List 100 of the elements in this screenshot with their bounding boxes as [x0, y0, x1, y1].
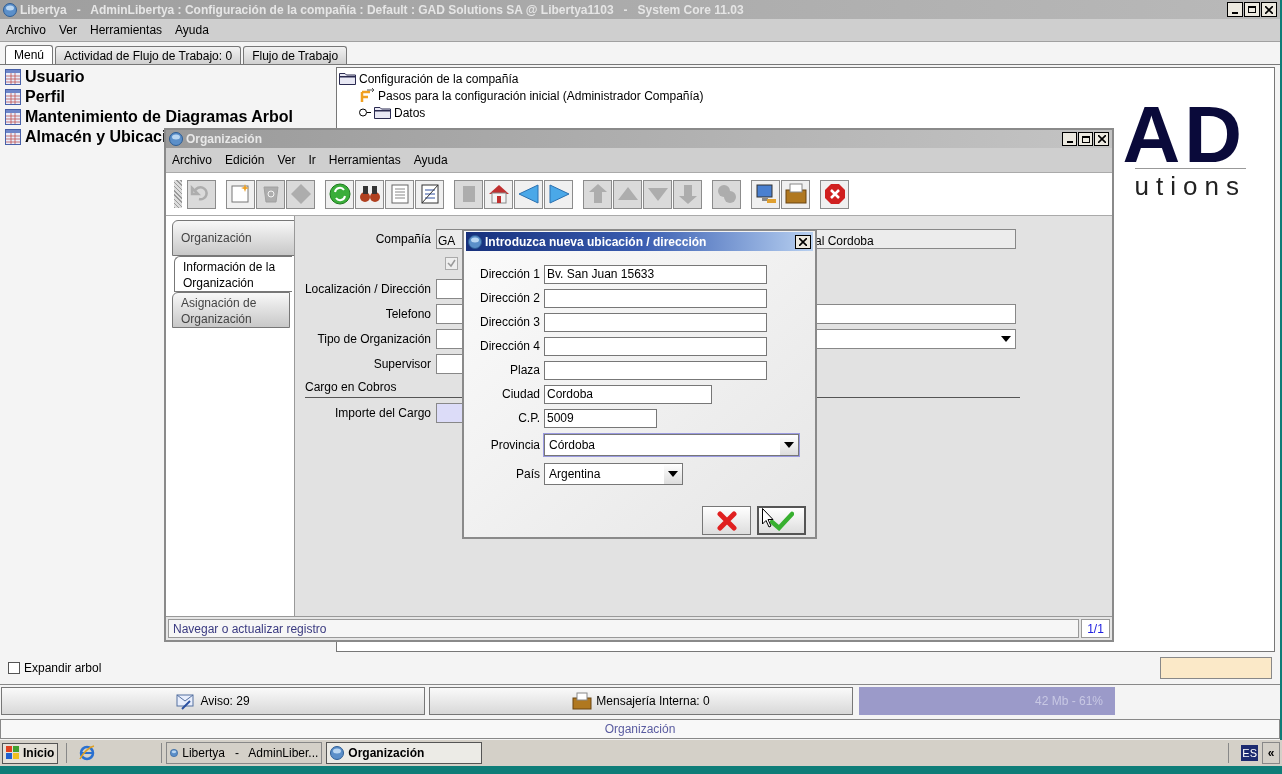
caret-icon — [668, 470, 678, 477]
field-label: Ciudad — [500, 386, 541, 403]
close-button[interactable] — [795, 234, 811, 249]
minimize-button[interactable] — [1062, 132, 1077, 146]
close-button[interactable] — [1094, 132, 1109, 146]
text-field[interactable] — [544, 336, 767, 356]
text-field[interactable] — [544, 288, 767, 308]
tree-item[interactable]: Configuración de la compañía — [359, 69, 519, 88]
side-tab[interactable]: Información de la Organización — [174, 256, 292, 292]
tree-item[interactable]: Pasos para la configuración inicial (Administrador Compañía) — [378, 86, 704, 105]
logo-mark: AD — [1122, 102, 1246, 168]
minimize-button[interactable] — [1227, 2, 1243, 17]
field-label: Dirección 2 — [478, 290, 541, 307]
menu-item[interactable]: Archivo — [172, 151, 212, 169]
notices-button[interactable]: Aviso: 29 — [1, 686, 425, 715]
field-label: Localización / Dirección — [303, 280, 432, 298]
ok-button[interactable] — [757, 506, 806, 535]
maximize-button[interactable] — [1244, 2, 1260, 17]
field-label: Dirección 1 — [478, 266, 541, 283]
new-record-icon[interactable] — [226, 179, 255, 209]
expand-toggle-icon[interactable] — [359, 108, 371, 117]
taskbar-item[interactable]: Organización — [326, 742, 483, 764]
menu-item[interactable]: Ayuda — [175, 21, 209, 39]
maximize-button[interactable] — [1078, 132, 1093, 146]
box-icon — [572, 691, 593, 710]
tab[interactable]: Menú — [5, 45, 54, 64]
menu-item[interactable]: Edición — [225, 151, 265, 169]
field-label: Compañía — [374, 231, 432, 248]
text-field[interactable]: Bv. San Juan 15633 — [544, 264, 767, 284]
binoculars-icon[interactable] — [355, 179, 384, 209]
menu-item[interactable]: Ver — [277, 151, 296, 169]
menu-entry[interactable]: Usuario — [25, 67, 85, 86]
menu-item[interactable]: Herramientas — [90, 21, 163, 39]
refresh-icon[interactable] — [325, 179, 354, 209]
caret-icon — [1001, 335, 1011, 342]
close-icon — [799, 237, 807, 246]
select-field[interactable]: Argentina — [544, 462, 683, 485]
field-label: C.P. — [517, 410, 541, 427]
side-tab[interactable]: Organización — [172, 220, 296, 256]
table-icon — [5, 88, 21, 105]
close-button[interactable] — [1261, 2, 1277, 17]
field-label: Provincia — [489, 436, 541, 454]
mail-icon — [176, 691, 197, 710]
menu-item[interactable]: Ayuda — [413, 151, 448, 169]
checkbox[interactable] — [8, 662, 20, 674]
workflow-icon — [359, 87, 375, 104]
text-field[interactable] — [544, 312, 767, 332]
window-title: Organización — [186, 131, 263, 148]
toolbar-grip[interactable] — [174, 180, 182, 208]
text-field[interactable] — [544, 360, 767, 380]
box-icon[interactable] — [781, 179, 810, 209]
field-label: País — [515, 465, 541, 483]
text-field[interactable]: Cordoba — [544, 384, 712, 404]
browser-icon[interactable] — [79, 745, 96, 761]
field-label: Tipo de Organización — [316, 330, 432, 348]
record-counter: 1/1 — [1081, 619, 1110, 638]
menu-entry[interactable]: Almacén y Ubicaci — [25, 127, 167, 146]
field-label: Plaza — [508, 362, 541, 379]
tab[interactable]: Flujo de Trabajo — [243, 46, 348, 64]
tray-toggle[interactable]: « — [1262, 742, 1280, 764]
text-field[interactable]: 5009 — [544, 408, 657, 428]
table-icon — [5, 108, 21, 125]
close-icon — [1265, 5, 1273, 14]
folder-icon — [374, 106, 391, 119]
side-tab[interactable]: Asignación de Organización — [172, 292, 290, 328]
field-value: GA — [438, 233, 456, 250]
logo-tagline: utions — [1134, 168, 1246, 201]
stop-icon[interactable] — [820, 179, 849, 209]
checkbox[interactable] — [445, 256, 458, 270]
field-label: Dirección 4 — [478, 338, 541, 355]
select-field[interactable]: Córdoba — [544, 433, 799, 456]
window-title: Libertya - AdminLibertya : Configuración de la compañía : Default : GAD Solutions SA @ Libertya1103 - System Core 11.03 — [20, 1, 745, 19]
start-button[interactable]: Inicio — [2, 742, 59, 764]
menu-item[interactable]: Ir — [308, 151, 316, 169]
globe-icon — [170, 746, 179, 760]
menu-item[interactable]: Herramientas — [328, 151, 401, 169]
close-icon — [1097, 135, 1106, 143]
field-label: Dirección 3 — [478, 314, 541, 331]
cancel-button[interactable] — [702, 506, 751, 535]
grid-icon[interactable] — [415, 179, 444, 209]
table-icon — [5, 68, 21, 85]
language-indicator[interactable]: ES — [1241, 744, 1258, 762]
globe-icon — [468, 234, 482, 249]
table-icon — [5, 128, 21, 145]
menu-item[interactable]: Archivo — [6, 21, 46, 39]
menu-item[interactable]: Ver — [59, 21, 78, 39]
menu-entry[interactable]: Mantenimiento de Diagramas Arbol — [25, 107, 293, 126]
home-icon[interactable] — [484, 179, 513, 209]
computer-icon[interactable] — [751, 179, 780, 209]
messages-button[interactable]: Mensajería Interna: 0 — [429, 686, 853, 715]
status-text: Navegar o actualizar registro — [168, 619, 1079, 638]
field-label: Telefono — [384, 305, 432, 323]
menu-entry[interactable]: Perfil — [25, 87, 65, 106]
checkmark-icon — [769, 510, 794, 531]
tree-item[interactable]: Datos — [394, 103, 426, 122]
field-label: Importe del Cargo — [333, 405, 432, 422]
section-heading: Cargo en Cobros — [305, 378, 397, 396]
taskbar-item[interactable]: Libertya - AdminLiber... — [166, 742, 323, 764]
tab[interactable]: Actividad de Flujo de Trabajo: 0 — [55, 46, 242, 64]
field-label: Supervisor — [372, 355, 432, 373]
